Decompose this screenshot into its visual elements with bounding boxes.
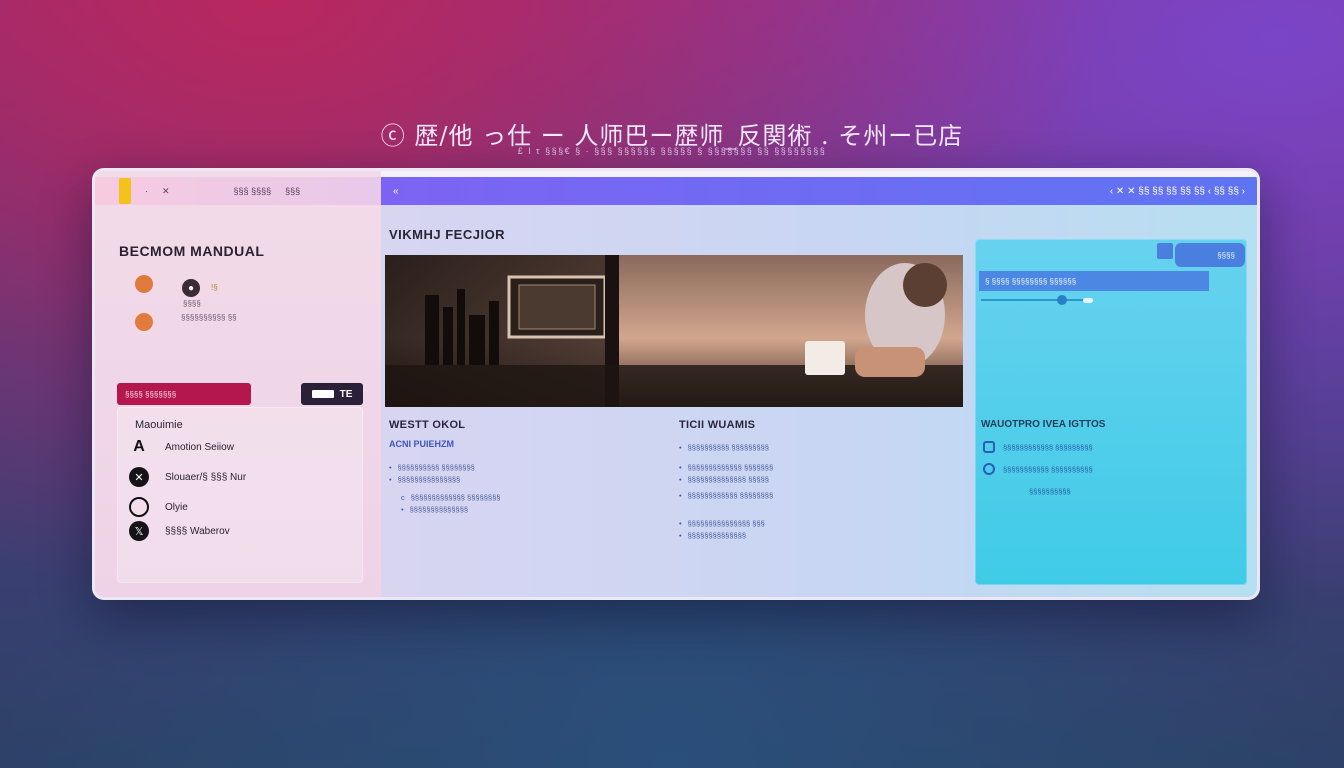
secondary-action-button[interactable]: TE (301, 383, 363, 405)
hero-subtitle: £ ǀ τ §§§€ § · §§§ §§§§§§ §§§§§ § §§§§§§… (517, 146, 827, 156)
panel-icon-button[interactable] (1157, 243, 1173, 259)
column-subtitle: ACNI PUIEHZM (389, 439, 454, 449)
orange-dot-icon[interactable] (135, 313, 153, 331)
panel-note-row: §§§§§§§§§§ (1029, 487, 1071, 496)
sidebar: · ✕ §§§ §§§§ §§§ BECMOM MANDUAL ● ǃ§ §§§… (95, 171, 381, 597)
panel-row-label: §§§§§§§§§§§§ §§§§§§§§§ (1003, 442, 1093, 452)
column-title: TICII WUAMIS (679, 419, 756, 431)
secondary-action-label: TE (339, 388, 353, 400)
sidebar-mini-label: §§§§§§§§§§ §§ (181, 313, 237, 322)
panel-checkbox-row[interactable]: §§§§§§§§§§§§ §§§§§§§§§ (983, 441, 1093, 453)
list-item: • §§§§§§§§§§ §§§§§§§§§ (679, 443, 769, 452)
list-item: c §§§§§§§§§§§§§ §§§§§§§§ (401, 493, 501, 502)
sidebar-option-label: Amotion Seiiow (165, 441, 234, 453)
sidebar-options-panel (117, 407, 363, 583)
sidebar-title: BECMOM MANDUAL (119, 243, 265, 259)
sidebar-section-title: Maouimie (135, 419, 183, 431)
page-title: VIKMHJ FECJIOR (389, 227, 506, 242)
close-icon[interactable]: ✕ (162, 186, 170, 197)
sidebar-toolbar: · ✕ §§§ §§§§ §§§ (95, 177, 381, 205)
sidebar-option-label: Slouaer/§ §§§ Nur (165, 471, 247, 483)
settings-panel: §§§§ § §§§§ §§§§§§§§ §§§§§§ WAUOTPRO IVE… (975, 239, 1247, 585)
panel-action-button[interactable]: §§§§ (1175, 243, 1245, 267)
primary-action-button[interactable]: §§§§ §§§§§§§ (117, 383, 251, 405)
main-toolbar: « ‹ ✕ ✕ §§ §§ §§ §§ §§ ‹ §§ §§ › (381, 177, 1257, 205)
sidebar-top-item[interactable]: §§§ §§§§ (234, 186, 272, 196)
toggle-icon (311, 390, 334, 398)
list-item: • §§§§§§§§§§ §§§§§§§§ (389, 463, 475, 472)
sidebar-option[interactable]: 𝕏 §§§§ Waberov (129, 521, 230, 541)
radio-icon[interactable] (983, 463, 995, 475)
panel-toggle[interactable] (1083, 298, 1093, 303)
hero-image (385, 255, 963, 407)
list-item: • §§§§§§§§§§§§ §§§§§§§§ (679, 491, 774, 500)
circle-icon (129, 497, 149, 517)
sidebar-option[interactable]: ✕ Slouaer/§ §§§ Nur (129, 467, 246, 487)
sidebar-mini-label: §§§§ (183, 299, 201, 308)
sidebar-option[interactable]: A Amotion Seiiow (129, 437, 234, 457)
list-item: • §§§§§§§§§§§§§§§ (389, 475, 461, 484)
sidebar-option-label: Olyie (165, 501, 188, 513)
app-window: · ✕ §§§ §§§§ §§§ BECMOM MANDUAL ● ǃ§ §§§… (92, 168, 1260, 600)
orange-dot-icon[interactable] (135, 275, 153, 293)
yellow-bookmark-tab[interactable] (119, 178, 131, 204)
letter-a-icon: A (133, 438, 145, 455)
panel-slider-track[interactable] (981, 299, 1091, 301)
user-icon[interactable]: ● (182, 279, 200, 297)
sidebar-top-item[interactable]: · (145, 186, 148, 196)
panel-radio-row[interactable]: §§§§§§§§§§§ §§§§§§§§§§ (983, 463, 1093, 475)
list-item: • §§§§§§§§§§§§§§§ §§§ (679, 519, 765, 528)
panel-section-title: WAUOTPRO IVEA IGTTOS (981, 419, 1106, 430)
x-logo-icon: 𝕏 (129, 521, 149, 541)
list-item: • §§§§§§§§§§§§§ §§§§§§§ (679, 463, 774, 472)
hero-image-illustration (385, 255, 963, 407)
list-item: • §§§§§§§§§§§§§§ (401, 505, 469, 514)
sidebar-top-item[interactable]: §§§ (285, 186, 300, 196)
sidebar-option[interactable]: Olyie (129, 497, 188, 517)
sidebar-option-label: §§§§ Waberov (165, 525, 230, 537)
breadcrumb[interactable]: « (393, 186, 401, 197)
sidebar-mini-label: ǃ§ (211, 283, 218, 292)
panel-input-bar[interactable]: § §§§§ §§§§§§§§ §§§§§§ (979, 271, 1209, 291)
list-item: • §§§§§§§§§§§§§§ §§§§§ (679, 475, 769, 484)
list-item: • §§§§§§§§§§§§§§ (679, 531, 747, 540)
checkbox-icon[interactable] (983, 441, 995, 453)
panel-row-label: §§§§§§§§§§§ §§§§§§§§§§ (1003, 464, 1093, 474)
toolbar-icons[interactable]: ‹ ✕ ✕ §§ §§ §§ §§ §§ ‹ §§ §§ › (1110, 186, 1245, 197)
panel-slider-handle[interactable] (1057, 295, 1067, 305)
close-icon: ✕ (129, 467, 149, 487)
panel-row-label: §§§§§§§§§§ (1029, 487, 1071, 496)
column-title: WESTT OKOL (389, 419, 466, 431)
